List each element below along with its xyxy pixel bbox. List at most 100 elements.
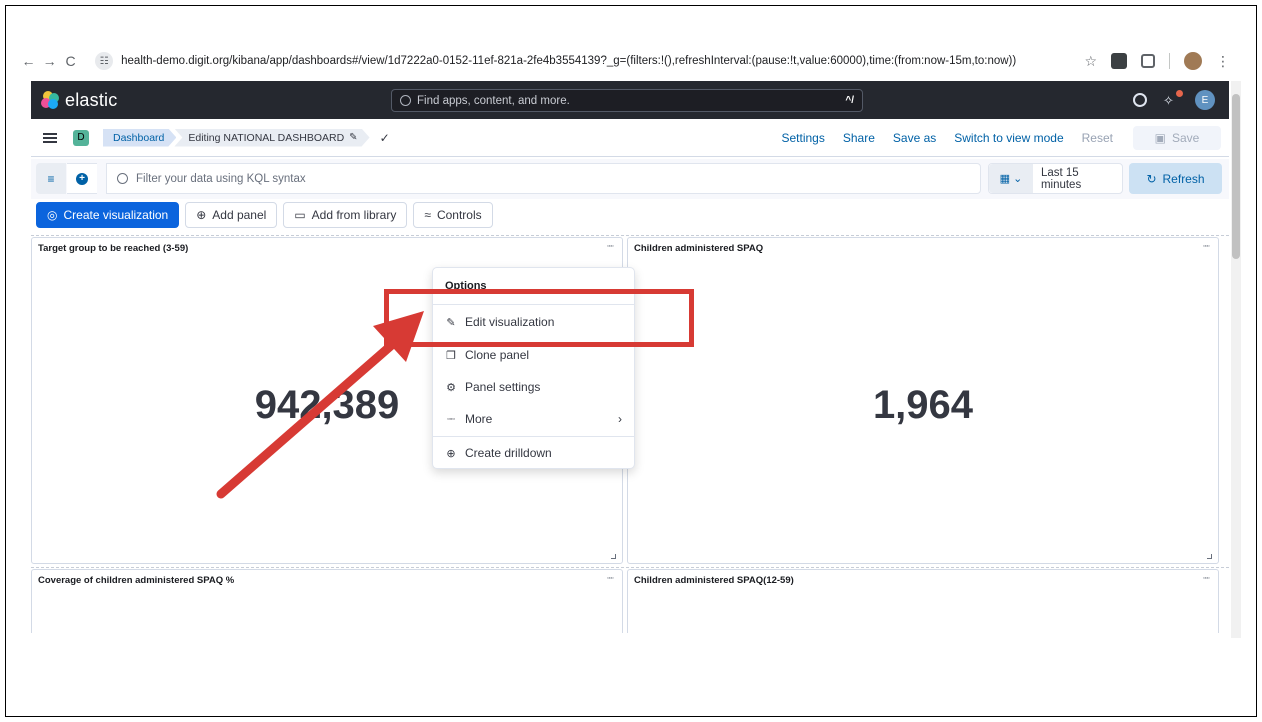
kql-placeholder: Filter your data using KQL syntax: [136, 172, 306, 185]
search-placeholder: Find apps, content, and more.: [417, 94, 570, 107]
back-icon[interactable]: ←: [18, 53, 39, 69]
site-settings-icon[interactable]: ☷: [95, 52, 114, 70]
save-icon: ▣: [1154, 130, 1166, 145]
query-bar: ≡ + Filter your data using KQL syntax ▦ …: [31, 159, 1229, 199]
kql-search-icon: [117, 173, 128, 184]
menu-item-clone-panel[interactable]: ❐ Clone panel: [445, 345, 622, 365]
controls-icon: ≈: [424, 208, 431, 222]
header-actions: ✧ E: [1133, 90, 1215, 110]
check-icon[interactable]: ✓: [380, 131, 390, 145]
add-panel-label: Add panel: [212, 208, 267, 222]
extension-icon[interactable]: [1111, 53, 1128, 69]
scrollbar-thumb[interactable]: [1232, 94, 1240, 259]
hamburger-menu-icon[interactable]: [43, 132, 57, 143]
plus-circle-icon: ⊕: [446, 447, 456, 460]
save-as-link[interactable]: Save as: [893, 131, 936, 145]
address-bar[interactable]: ☷ health-demo.digit.org/kibana/app/dashb…: [89, 49, 1084, 73]
add-panel-button[interactable]: ⊕ Add panel: [185, 202, 278, 228]
resize-handle-icon[interactable]: [611, 554, 616, 559]
save-button-label: Save: [1171, 130, 1200, 145]
create-visualization-label: Create visualization: [63, 208, 169, 222]
add-from-library-label: Add from library: [311, 208, 397, 222]
share-link[interactable]: Share: [843, 131, 875, 145]
add-filter-button[interactable]: +: [67, 163, 97, 194]
save-button[interactable]: ▣ Save: [1133, 125, 1221, 150]
controls-label: Controls: [436, 208, 482, 222]
logo-text: elastic: [65, 89, 118, 110]
add-panel-icon: ⊕: [196, 208, 207, 222]
refresh-icon: ↻: [1146, 171, 1157, 186]
newsfeed-icon[interactable]: ✧: [1163, 90, 1183, 108]
panel-title: Coverage of children administered SPAQ %: [38, 575, 235, 586]
folder-icon: ▭: [294, 208, 306, 222]
time-picker[interactable]: ▦ ⌄ Last 15 minutes: [988, 163, 1123, 194]
menu-divider: [433, 436, 634, 437]
panel-children-spaq[interactable]: Children administered SPAQ ▫▫▫ 1,964: [627, 237, 1219, 564]
panel-options-icon[interactable]: ▫▫▫: [1198, 574, 1214, 584]
search-shortcut-badge: ^/: [845, 95, 854, 106]
space-badge[interactable]: D: [73, 129, 89, 146]
extensions-puzzle-icon[interactable]: [1141, 54, 1156, 68]
reload-icon[interactable]: C: [60, 53, 81, 69]
menu-item-label: More: [465, 412, 493, 426]
filter-icon: ≡: [47, 171, 55, 186]
global-search-input[interactable]: Find apps, content, and more. ^/: [391, 89, 863, 112]
refresh-button[interactable]: ↻ Refresh: [1129, 163, 1222, 194]
panel-options-icon[interactable]: ▫▫▫: [1198, 242, 1214, 252]
menu-item-panel-settings[interactable]: ⚙ Panel settings: [445, 377, 622, 397]
panel-options-icon[interactable]: ▫▫▫: [602, 242, 618, 252]
dashboard-toolbar: ◎ Create visualization ⊕ Add panel ▭ Add…: [36, 202, 493, 228]
elastic-logo[interactable]: elastic: [41, 90, 117, 111]
profile-avatar-icon[interactable]: [1184, 52, 1203, 70]
panel-title: Target group to be reached (3-59): [38, 243, 189, 254]
chevron-right-icon: ›: [618, 412, 622, 426]
browser-bar: ← → C ☷ health-demo.digit.org/kibana/app…: [6, 46, 1256, 76]
search-icon: [400, 95, 411, 106]
menu-item-label: Create drilldown: [465, 446, 552, 460]
app-subheader: D Dashboard Editing NATIONAL DASHBOARD ✎…: [31, 119, 1229, 157]
newsfeed-badge: [1176, 90, 1183, 97]
add-from-library-button[interactable]: ▭ Add from library: [283, 202, 408, 228]
breadcrumb-editing[interactable]: Editing NATIONAL DASHBOARD ✎: [174, 129, 369, 147]
grid-edge: [31, 567, 1229, 568]
user-avatar[interactable]: E: [1195, 90, 1215, 110]
pencil-icon: ✎: [349, 132, 358, 143]
create-visualization-button[interactable]: ◎ Create visualization: [36, 202, 180, 228]
browser-actions: ☆ ⋮: [1084, 52, 1230, 70]
more-dots-icon: ▫▫▫: [447, 415, 455, 423]
resize-handle-icon[interactable]: [1207, 554, 1212, 559]
filter-menu-button[interactable]: ≡: [36, 163, 66, 194]
kibana-header: elastic Find apps, content, and more. ^/…: [31, 81, 1229, 119]
url-text: health-demo.digit.org/kibana/app/dashboa…: [121, 55, 1017, 67]
menu-item-create-drilldown[interactable]: ⊕ Create drilldown: [445, 443, 622, 463]
forward-icon[interactable]: →: [39, 53, 60, 69]
plus-icon: +: [76, 172, 88, 185]
elastic-logo-icon: [41, 91, 59, 109]
settings-link[interactable]: Settings: [782, 131, 825, 145]
bookmark-star-icon[interactable]: ☆: [1084, 53, 1097, 70]
annotation-highlight-box: [384, 289, 694, 347]
help-icon[interactable]: [1133, 93, 1147, 107]
page-bottom-blank: [6, 633, 1256, 716]
switch-view-mode-link[interactable]: Switch to view mode: [954, 131, 1063, 145]
menu-item-more[interactable]: ▫▫▫ More ›: [445, 409, 622, 429]
metric-value: 1,964: [872, 383, 974, 427]
panel-title: Children administered SPAQ: [634, 243, 764, 254]
menu-item-label: Clone panel: [465, 348, 530, 362]
grid-edge: [31, 235, 1229, 236]
controls-button[interactable]: ≈ Controls: [413, 202, 493, 228]
screenshot-frame: ← → C ☷ health-demo.digit.org/kibana/app…: [5, 5, 1257, 717]
panel-options-icon[interactable]: ▫▫▫: [602, 574, 618, 584]
calendar-icon[interactable]: ▦ ⌄: [989, 164, 1033, 193]
time-range-label: Last 15 minutes: [1040, 166, 1082, 191]
browser-menu-icon[interactable]: ⋮: [1216, 53, 1230, 70]
refresh-label: Refresh: [1162, 171, 1205, 186]
breadcrumb-dashboard[interactable]: Dashboard: [103, 129, 176, 147]
panel-title: Children administered SPAQ(12-59): [634, 575, 794, 586]
toolbar-separator: [1169, 53, 1171, 69]
kql-search-input[interactable]: Filter your data using KQL syntax: [106, 163, 981, 194]
reset-link[interactable]: Reset: [1082, 131, 1113, 145]
top-nav-menu: Settings Share Save as Switch to view mo…: [764, 125, 1230, 150]
gear-icon: ⚙: [446, 381, 456, 394]
menu-item-label: Panel settings: [465, 380, 541, 394]
